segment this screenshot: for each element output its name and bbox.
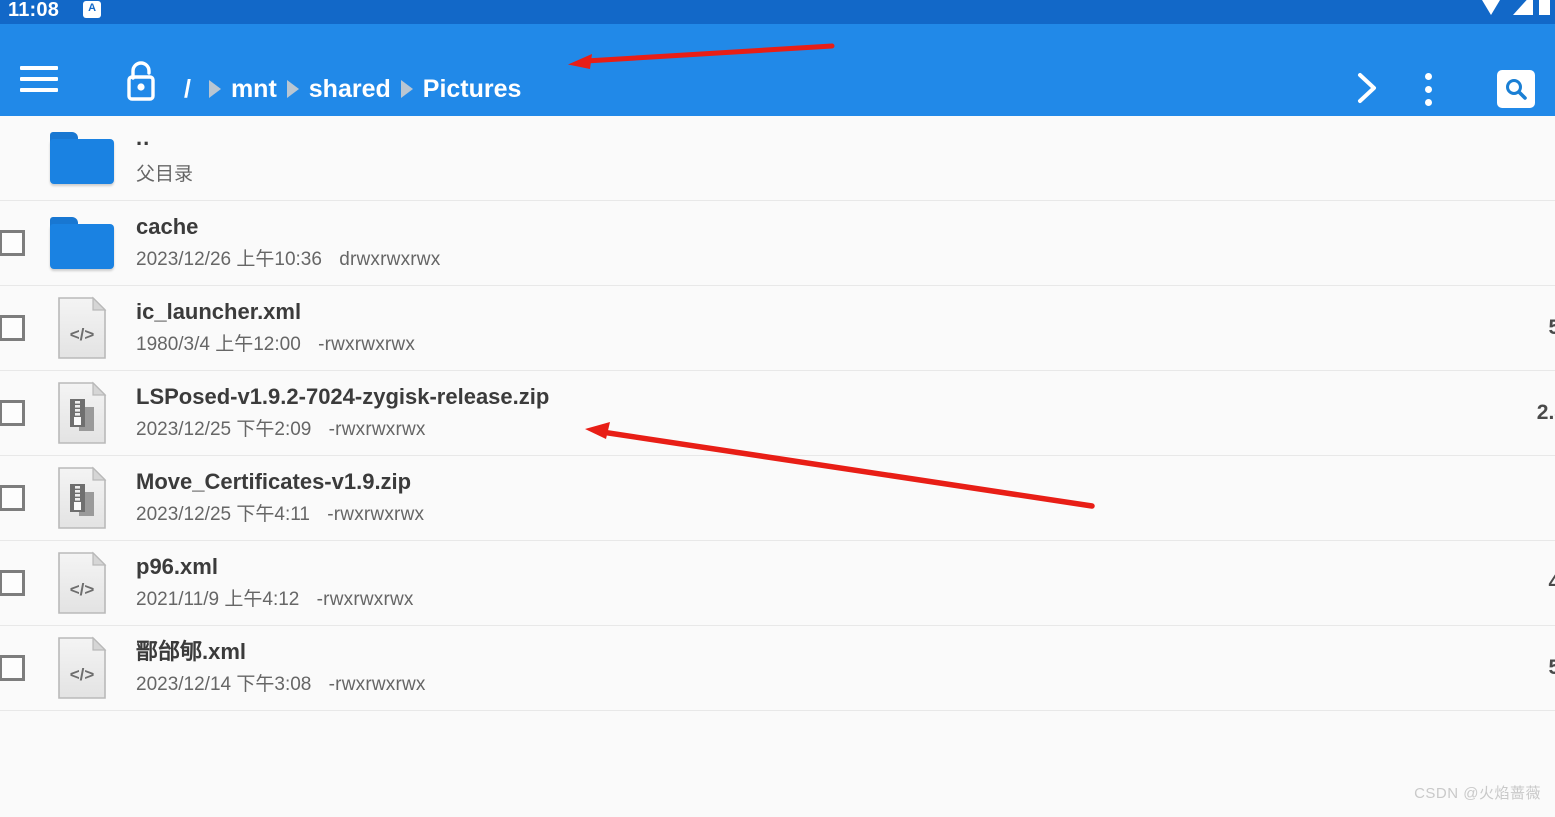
file-size: 2.35 M — [1536, 401, 1555, 424]
checkbox-cell[interactable] — [0, 400, 42, 426]
file-date: 1980/3/4 上午12:00 — [136, 334, 301, 355]
file-manager-app: 11:08 A / mnt shared Pictures .. 父目录 cac… — [0, 0, 1555, 817]
file-date: 2023/12/25 下午2:09 — [136, 419, 312, 440]
zip-file-icon — [42, 466, 122, 530]
breadcrumb-separator-icon — [400, 80, 413, 98]
list-item[interactable]: .. 父目录 — [0, 116, 1555, 201]
file-meta: 2023/12/25 下午4:11 -rwxrwxrwx — [136, 503, 1540, 527]
list-item[interactable]: cache 2023/12/26 上午10:36 drwxrwxrwx — [0, 201, 1555, 286]
more-vertical-icon[interactable] — [1411, 68, 1445, 110]
breadcrumb-separator-icon — [286, 80, 299, 98]
row-checkbox[interactable] — [0, 230, 25, 256]
unlocked-padlock-icon[interactable] — [120, 61, 162, 102]
breadcrumb-item-mnt[interactable]: mnt — [229, 74, 279, 104]
file-info: .. 父目录 — [122, 125, 1535, 187]
search-icon[interactable] — [1497, 70, 1535, 108]
watermark: CSDN @火焰蔷薇 — [1414, 785, 1541, 802]
file-permissions: -rwxrwxrwx — [328, 419, 426, 440]
file-name: 鄑邰郇.xml — [136, 639, 247, 664]
checkbox-cell[interactable] — [0, 315, 42, 341]
row-checkbox[interactable] — [0, 400, 25, 426]
file-permissions: -rwxrwxrwx — [327, 504, 425, 525]
signal-icon — [1513, 0, 1533, 15]
checkbox-cell[interactable] — [0, 570, 42, 596]
checkbox-cell[interactable] — [0, 655, 42, 681]
notification-badge-label: A — [88, 1, 97, 14]
notification-badge-icon: A — [83, 0, 102, 18]
row-checkbox[interactable] — [0, 655, 25, 681]
list-item[interactable]: Move_Certificates-v1.9.zip 2023/12/25 下午… — [0, 456, 1555, 541]
android-status-bar: 11:08 A — [0, 0, 1555, 24]
status-clock: 11:08 — [8, 0, 60, 21]
file-meta: 2023/12/14 下午3:08 -rwxrwxrwx — [136, 673, 1528, 697]
file-name: p96.xml — [136, 554, 218, 579]
file-info: LSPosed-v1.9.2-7024-zygisk-release.zip 2… — [122, 384, 1517, 442]
svg-text:</>: </> — [70, 665, 95, 684]
file-date: 2023/12/25 下午4:11 — [136, 504, 310, 525]
folder-icon — [42, 217, 122, 269]
battery-icon — [1539, 0, 1550, 15]
hamburger-menu-icon[interactable] — [18, 62, 60, 96]
file-info: ic_launcher.xml 1980/3/4 上午12:00 -rwxrwx… — [122, 299, 1528, 357]
file-info: 鄑邰郇.xml 2023/12/14 下午3:08 -rwxrwxrwx — [122, 639, 1528, 697]
breadcrumb-separator-icon — [208, 80, 221, 98]
list-item[interactable]: LSPosed-v1.9.2-7024-zygisk-release.zip 2… — [0, 371, 1555, 456]
app-toolbar: / mnt shared Pictures — [0, 24, 1555, 130]
row-checkbox[interactable] — [0, 315, 25, 341]
xml-file-icon: </> — [42, 296, 122, 360]
svg-text:</>: </> — [70, 580, 95, 599]
file-list[interactable]: .. 父目录 cache 2023/12/26 上午10:36 drwxrwxr… — [0, 116, 1555, 817]
file-permissions: -rwxrwxrwx — [316, 589, 414, 610]
list-item[interactable]: </> ic_launcher.xml 1980/3/4 上午12:00 -rw… — [0, 286, 1555, 371]
row-checkbox[interactable] — [0, 485, 25, 511]
file-size: 548.0 — [1548, 656, 1555, 679]
breadcrumb-root[interactable]: / — [182, 74, 201, 104]
zip-file-icon — [42, 381, 122, 445]
checkbox-cell[interactable] — [0, 485, 42, 511]
row-checkbox[interactable] — [0, 570, 25, 596]
chevron-right-icon[interactable] — [1347, 68, 1387, 108]
file-info: Move_Certificates-v1.9.zip 2023/12/25 下午… — [122, 469, 1540, 527]
xml-file-icon: </> — [42, 636, 122, 700]
file-meta: 2023/12/26 上午10:36 drwxrwxrwx — [136, 248, 1535, 272]
file-meta: 2023/12/25 下午2:09 -rwxrwxrwx — [136, 418, 1517, 442]
breadcrumb-item-shared[interactable]: shared — [307, 74, 393, 104]
breadcrumb-item-pictures[interactable]: Pictures — [421, 74, 524, 104]
file-name: .. — [136, 125, 151, 150]
list-item[interactable]: </> 鄑邰郇.xml 2023/12/14 下午3:08 -rwxrwxrwx… — [0, 626, 1555, 711]
file-info: p96.xml 2021/11/9 上午4:12 -rwxrwxrwx — [122, 554, 1528, 612]
file-permissions: -rwxrwxrwx — [328, 674, 426, 695]
folder-icon — [42, 132, 122, 184]
file-name: Move_Certificates-v1.9.zip — [136, 469, 412, 494]
file-date: 2023/12/14 下午3:08 — [136, 674, 312, 695]
file-date: 2023/12/26 上午10:36 — [136, 249, 322, 270]
file-size: 548.0 — [1548, 316, 1555, 339]
breadcrumb[interactable]: / mnt shared Pictures — [182, 68, 523, 110]
file-name: ic_launcher.xml — [136, 299, 302, 324]
file-permissions: -rwxrwxrwx — [318, 334, 416, 355]
file-info: cache 2023/12/26 上午10:36 drwxrwxrwx — [122, 214, 1535, 272]
file-meta: 2021/11/9 上午4:12 -rwxrwxrwx — [136, 588, 1528, 612]
file-name: cache — [136, 214, 199, 239]
file-size: 6.81 — [1540, 486, 1555, 510]
file-meta: 1980/3/4 上午12:00 -rwxrwxrwx — [136, 333, 1528, 357]
file-permissions: drwxrwxrwx — [339, 249, 441, 270]
file-name: LSPosed-v1.9.2-7024-zygisk-release.zip — [136, 384, 550, 409]
svg-text:</>: </> — [70, 325, 95, 344]
xml-file-icon: </> — [42, 551, 122, 615]
file-subtitle: 父目录 — [136, 164, 194, 185]
checkbox-cell[interactable] — [0, 230, 42, 256]
file-date: 2021/11/9 上午4:12 — [136, 589, 300, 610]
status-bar-indicators — [1477, 0, 1555, 19]
list-item[interactable]: </> p96.xml 2021/11/9 上午4:12 -rwxrwxrwx … — [0, 541, 1555, 626]
wifi-icon — [1482, 0, 1500, 15]
file-size: 448.0 — [1548, 571, 1555, 594]
